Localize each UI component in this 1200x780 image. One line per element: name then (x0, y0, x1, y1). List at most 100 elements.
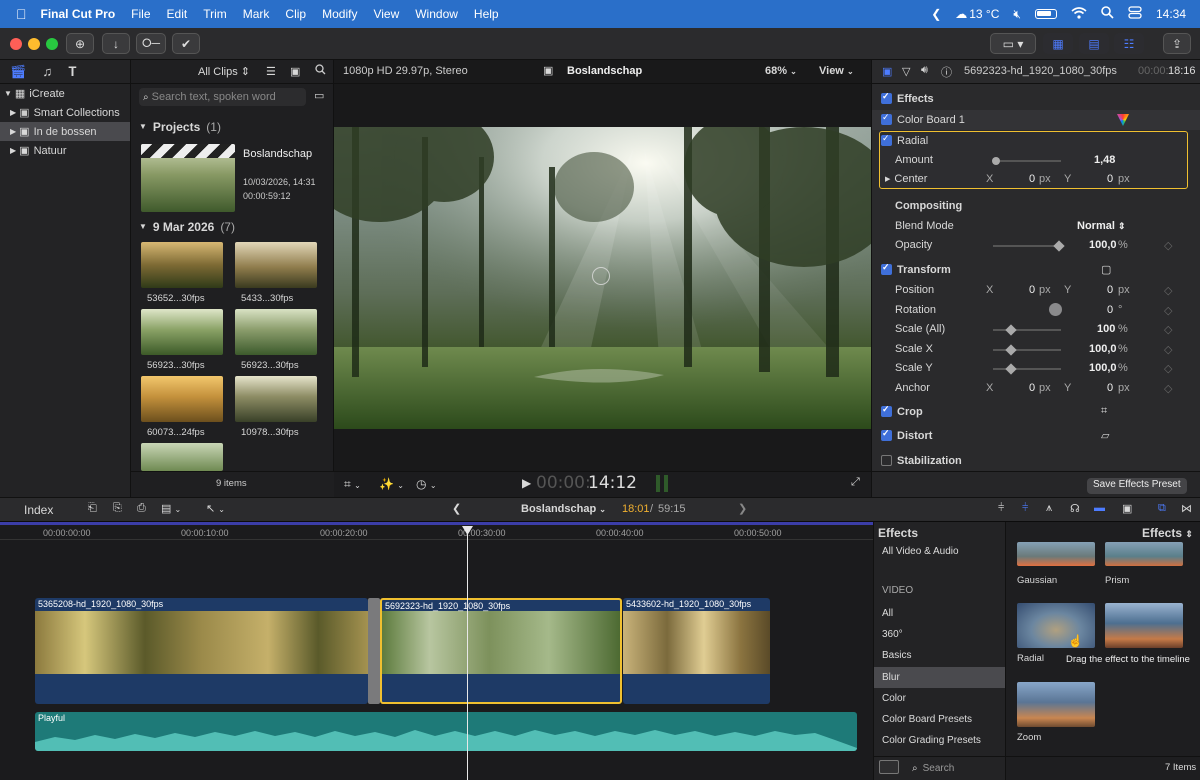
distort-header[interactable]: Distort (881, 426, 932, 445)
scale-all-slider[interactable] (993, 324, 1061, 336)
sidebar-item-smart-collections[interactable]: ▶ ▣ Smart Collections (0, 103, 131, 122)
menu-mark[interactable]: Mark (243, 7, 270, 21)
disclosure-open-icon[interactable]: ▼ (4, 89, 12, 98)
position-y-value[interactable]: 0 (1107, 284, 1113, 296)
filmstrip-view-icon[interactable]: ▣ (290, 65, 300, 78)
timeline-back-button[interactable]: ❮ (452, 502, 461, 515)
play-button[interactable]: ▶ (522, 476, 531, 490)
connect-clip-icon[interactable]: ⎗ (88, 502, 97, 515)
viewer-zoom-dropdown[interactable]: 68% ⌄ (765, 65, 797, 77)
timeline-project-dropdown[interactable]: Boslandschap ⌄ (521, 503, 606, 515)
rotation-value[interactable]: 0 (1107, 304, 1113, 316)
timeline-video-clip-selected[interactable]: 5692323-hd_1920_1080_30fps (380, 598, 622, 704)
opacity-value[interactable]: 100,0 (1089, 239, 1117, 251)
headphones-icon[interactable]: ☊ (1070, 502, 1080, 515)
effects-category-item[interactable]: Color Grading Presets (882, 735, 981, 746)
color-inspector-tab-icon[interactable]: ▽ (902, 65, 910, 78)
keywords-button[interactable]: ⭘─ (136, 33, 166, 54)
center-x-value[interactable]: 0 (1029, 173, 1035, 185)
enhance-tool-dropdown[interactable]: ✨ ⌄ (379, 477, 404, 491)
menu-file[interactable]: File (131, 7, 150, 21)
compositing-header[interactable]: Compositing (895, 196, 962, 215)
transitions-browser-icon[interactable]: ⋈ (1181, 502, 1192, 515)
disclosure-open-icon[interactable]: ▼ (139, 222, 147, 231)
effects-search-field[interactable]: ⌕ Search (912, 760, 1062, 776)
apple-icon[interactable]:  (16, 6, 27, 22)
insert-clip-icon[interactable]: ⎘ (113, 502, 122, 515)
effects-section-header[interactable]: Effects (881, 89, 934, 108)
radial-effect-row[interactable]: Radial (881, 131, 928, 150)
anchor-y-value[interactable]: 0 (1107, 382, 1113, 394)
opacity-slider-knob[interactable] (1053, 240, 1065, 252)
weather-temp[interactable]: 13 °C (969, 7, 999, 21)
solo-icon[interactable]: ⩚ (1046, 502, 1052, 515)
transform-onscreen-icon[interactable]: ▢ (1101, 263, 1111, 276)
import-button[interactable]: ⊕ (66, 33, 94, 54)
distort-checkbox[interactable] (881, 428, 892, 441)
zoom-window-button[interactable] (46, 38, 58, 50)
clip-thumbnail[interactable] (141, 309, 223, 355)
effect-thumbnail-gaussian[interactable] (1017, 542, 1095, 566)
scale-y-knob[interactable] (1005, 363, 1017, 375)
clip-filter-dropdown[interactable]: All Clips ⇕ (198, 65, 250, 78)
select-tool-dropdown[interactable]: ↖ ⌄ (206, 502, 225, 515)
timeline-forward-button[interactable]: ❯ (738, 502, 747, 515)
disclosure-closed-icon[interactable]: ▶ (10, 108, 16, 117)
menu-edit[interactable]: Edit (167, 7, 188, 21)
clip-thumbnail[interactable] (235, 309, 317, 355)
effects-checkbox[interactable] (881, 91, 892, 104)
transform-tool-dropdown[interactable]: ⌗ ⌄ (344, 477, 361, 492)
audio-skimming-icon[interactable]: ⫩ (1022, 502, 1028, 515)
snapping-icon[interactable]: ▬ (1094, 502, 1105, 514)
timeline-video-clip[interactable]: 5365208-hd_1920_1080_30fps (35, 598, 368, 704)
browser-search[interactable]: ⌕ Search text, spoken word (139, 88, 306, 106)
clock[interactable]: 14:34 (1156, 7, 1186, 21)
opacity-slider[interactable] (993, 240, 1065, 252)
color-board-row[interactable]: Color Board 1 (881, 110, 965, 129)
scale-y-value[interactable]: 100,0 (1089, 362, 1117, 374)
clip-thumbnail[interactable] (141, 242, 223, 288)
close-window-button[interactable] (10, 38, 22, 50)
save-effects-preset-button[interactable]: Save Effects Preset (1087, 478, 1187, 494)
wifi-icon[interactable] (1071, 6, 1087, 22)
minimize-window-button[interactable] (28, 38, 40, 50)
effects-search-input[interactable]: Search (923, 763, 955, 774)
keyframe-diamond-icon[interactable]: ◇ (1164, 362, 1172, 375)
workspace-button[interactable]: ▭ ▾ (990, 33, 1036, 54)
effects-category-item[interactable]: Blur (882, 672, 900, 683)
crop-checkbox[interactable] (881, 404, 892, 417)
timeline[interactable]: 00:00:00:00 00:00:10:00 00:00:20:00 00:0… (0, 522, 873, 780)
info-inspector-tab-icon[interactable]: ⓘ (941, 64, 952, 80)
menu-window[interactable]: Window (415, 7, 458, 21)
crop-header[interactable]: Crop (881, 402, 923, 421)
timeline-toggle-button[interactable]: ▤ (1079, 33, 1109, 54)
effect-thumbnail-zoom[interactable] (1017, 682, 1095, 727)
titles-generators-tab-icon[interactable]: 𝐓 (68, 64, 76, 80)
disclosure-open-icon[interactable]: ▼ (139, 122, 147, 131)
projects-section-header[interactable]: ▼ Projects (1) (139, 117, 221, 136)
transform-header[interactable]: Transform (881, 260, 951, 279)
viewer-timecode[interactable]: 14:12 (588, 473, 637, 493)
library-root[interactable]: ▼ ▦ iCreate (0, 84, 131, 103)
effects-category-item[interactable]: Color Board Presets (882, 714, 972, 725)
scale-y-slider[interactable] (993, 363, 1061, 375)
effects-category-item[interactable]: All (882, 608, 893, 619)
transform-checkbox[interactable] (881, 262, 892, 275)
clip-appearance-icon[interactable]: ☰ (266, 65, 276, 78)
effect-thumbnail-radial[interactable] (1017, 603, 1095, 648)
sidebar-item-natuur[interactable]: ▶ ▣ Natuur (0, 141, 131, 160)
scale-x-value[interactable]: 100,0 (1089, 343, 1117, 355)
keyframe-diamond-icon[interactable]: ◇ (1164, 239, 1172, 252)
back-icon[interactable]: ❮ (931, 7, 941, 21)
disclosure-closed-icon[interactable]: ▶ (10, 146, 16, 155)
menu-modify[interactable]: Modify (322, 7, 357, 21)
effects-browser-icon[interactable]: ⧉ (1158, 502, 1166, 515)
keyframe-diamond-icon[interactable]: ◇ (1164, 284, 1172, 297)
share-button[interactable]: ⇪ (1163, 33, 1191, 54)
menu-trim[interactable]: Trim (203, 7, 227, 21)
disclosure-closed-icon[interactable]: ▶ (885, 175, 890, 183)
radial-checkbox[interactable] (881, 133, 892, 146)
clip-appearance-icon[interactable]: ▣ (1122, 502, 1132, 515)
menu-help[interactable]: Help (474, 7, 499, 21)
rotation-dial[interactable] (1049, 303, 1062, 316)
